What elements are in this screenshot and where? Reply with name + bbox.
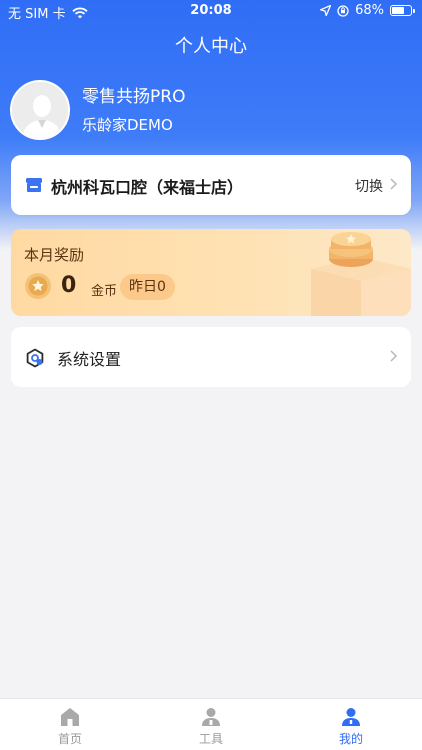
tab-home[interactable]: 首页 (0, 699, 140, 750)
person-tools-icon (202, 708, 220, 726)
tab-home-label: 首页 (57, 732, 82, 746)
monthly-reward-card[interactable]: 本月奖励 0 金币 昨日0 (11, 229, 411, 316)
page-title: 个人中心 (175, 36, 247, 57)
bottom-tab-bar: 首页 工具 我的 (0, 698, 422, 750)
avatar[interactable] (10, 80, 70, 140)
settings-label: 系统设置 (57, 350, 122, 369)
battery-percent: 68% (355, 3, 384, 18)
system-settings-item[interactable]: 系统设置 (11, 327, 411, 387)
tab-tools-label: 工具 (198, 732, 223, 746)
battery-level (392, 7, 404, 14)
switch-store-button[interactable]: 切换 (355, 176, 383, 196)
coin-unit: 金币 (91, 284, 118, 299)
battery-icon (390, 5, 415, 16)
tab-mine[interactable]: 我的 (281, 699, 421, 750)
home-icon (61, 708, 79, 726)
yesterday-badge: 昨日0 (120, 274, 175, 300)
reward-title: 本月奖励 (24, 246, 85, 264)
coin-count: 0 (61, 273, 77, 298)
coin-stack-illustration (311, 232, 411, 316)
tab-mine-label: 我的 (338, 732, 363, 746)
location-arrow-icon (320, 5, 332, 16)
chevron-right-icon (390, 178, 398, 190)
status-bar: 无 SIM 卡 20:08 68% (0, 0, 422, 22)
orientation-lock-icon (337, 4, 349, 17)
coin-star-icon (25, 273, 51, 299)
user-name: 零售共扬PRO (82, 87, 186, 107)
store-card[interactable]: 杭州科瓦口腔（来福士店） 切换 (11, 155, 411, 215)
settings-icon (26, 348, 44, 368)
user-organization: 乐龄家DEMO (82, 116, 173, 134)
store-icon (26, 178, 42, 192)
person-icon (342, 708, 360, 726)
store-name: 杭州科瓦口腔（来福士店） (51, 178, 244, 197)
chevron-right-icon (390, 350, 398, 362)
tab-tools[interactable]: 工具 (141, 699, 281, 750)
